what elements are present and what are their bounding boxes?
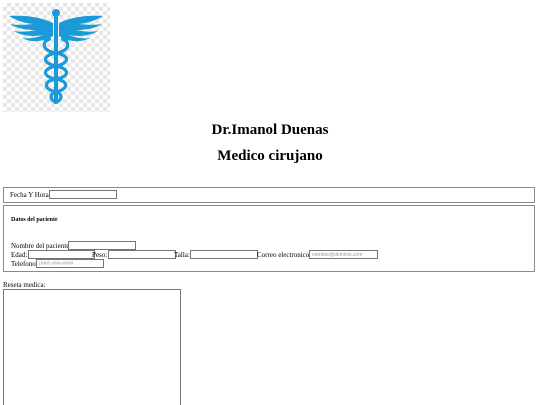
- height-label: Talla:: [174, 251, 190, 259]
- prescription-textarea[interactable]: [3, 289, 181, 405]
- patient-section-title: Datos del paciente: [11, 217, 58, 223]
- phone-input[interactable]: [36, 259, 104, 268]
- patient-name-input[interactable]: [68, 241, 136, 250]
- doctor-name: Dr.Imanol Duenas: [211, 122, 329, 138]
- weight-input[interactable]: [108, 250, 176, 259]
- datetime-input[interactable]: [49, 190, 117, 199]
- age-label: Edad:: [11, 251, 28, 259]
- email-label: Correo electronico:: [257, 251, 312, 259]
- age-input[interactable]: [28, 250, 95, 259]
- caduceus-icon: [3, 3, 110, 112]
- height-input[interactable]: [190, 250, 258, 259]
- prescription-label: Reseta medica:: [3, 281, 46, 289]
- patient-name-label: Nombre del paciente:: [11, 242, 72, 250]
- prescription-form-page: Dr.Imanol Duenas Medico cirujano Fecha Y…: [0, 0, 540, 405]
- weight-label: Peso:: [92, 251, 108, 259]
- patient-fieldset: Datos del paciente Nombre del paciente: …: [3, 205, 535, 272]
- doctor-specialty: Medico cirujano: [217, 148, 323, 164]
- datetime-label: Fecha Y Hora: [10, 191, 49, 199]
- email-input[interactable]: [309, 250, 378, 259]
- datetime-fieldset: Fecha Y Hora: [3, 187, 535, 203]
- phone-label: Telefono:: [11, 260, 38, 268]
